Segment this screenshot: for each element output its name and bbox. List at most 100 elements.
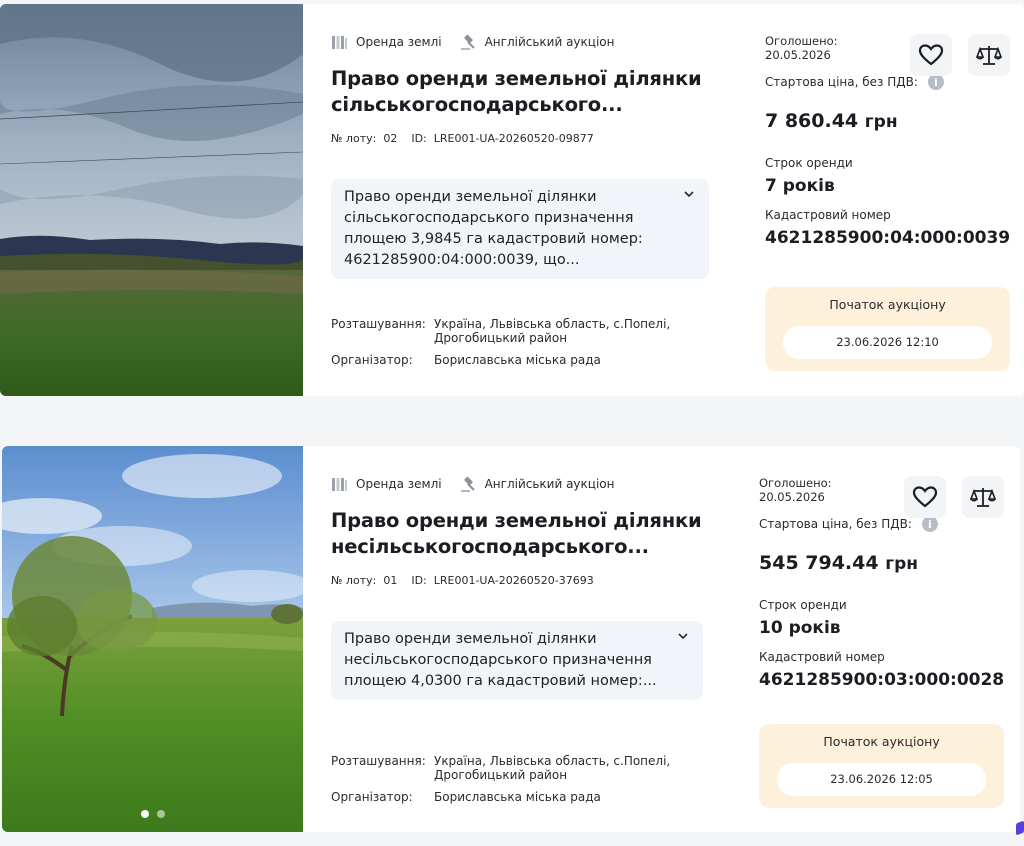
scales-icon <box>970 488 997 507</box>
organizer-row: Організатор: Бориславська міська рада <box>331 790 670 804</box>
currency: грн <box>864 112 898 132</box>
heart-icon <box>913 486 938 508</box>
lot-title-line-1[interactable]: Право оренди земельної ділянки <box>331 66 709 92</box>
location-label: Розташування: <box>331 754 426 768</box>
lot-summary: Оголошено: 20.05.2026 Стартова ціна, без… <box>737 4 1024 396</box>
auction-type-tag: Англійський аукціон <box>460 34 615 51</box>
location-line-1: Україна, Львівська область, с.Попелі, <box>434 754 671 768</box>
gavel-icon <box>460 476 477 493</box>
carousel-dots <box>2 810 303 818</box>
organizer-label: Організатор: <box>331 790 413 804</box>
lot-number-label: № лоту: <box>331 132 377 145</box>
cadastral-value: 4621285900:03:000:0028 <box>759 670 1005 690</box>
term-value: 7 років <box>765 176 835 196</box>
lot-info: Оренда землі Англійський аукціон Право о… <box>303 446 731 832</box>
category-tag: Оренда землі <box>331 34 442 51</box>
lot-title-line-2[interactable]: сільськогосподарського... <box>331 92 709 118</box>
lot-title-line-2[interactable]: несільськогосподарського... <box>331 534 703 560</box>
info-icon[interactable]: i <box>921 516 938 532</box>
info-icon[interactable]: i <box>927 74 944 90</box>
lot-actions <box>910 34 1011 76</box>
chevron-down-icon[interactable] <box>683 188 695 200</box>
organizer-label: Організатор: <box>331 353 413 367</box>
carousel-dot-active[interactable] <box>140 810 149 818</box>
category-label: Оренда землі <box>356 477 442 491</box>
start-price: 7 860.44 грн <box>765 110 1010 132</box>
land-parcel-icon <box>331 476 348 493</box>
lot-meta: № лоту: 02 ID: LRE001-UA-20260520-09877 <box>331 132 709 145</box>
lot-photo[interactable] <box>2 446 303 832</box>
start-price-label-row: Стартова ціна, без ПДВ: i <box>765 74 1010 90</box>
location-label: Розташування: <box>331 317 426 331</box>
land-parcel-icon <box>331 34 348 51</box>
term-value: 10 років <box>759 618 841 638</box>
landscape-photo <box>2 446 303 832</box>
auction-type-label: Англійський аукціон <box>484 477 615 491</box>
favorite-button[interactable] <box>910 34 953 76</box>
cadastral-label: Кадастровий номер <box>759 650 885 664</box>
heart-icon <box>919 44 944 66</box>
organizer-row: Організатор: Бориславська міська рада <box>331 353 670 367</box>
start-price: 545 794.44 грн <box>759 552 1004 574</box>
term-label: Строк оренди <box>759 598 847 612</box>
lot-details: Розташування: Україна, Львівська область… <box>331 754 670 812</box>
auction-start-date: 23.06.2026 12:05 <box>777 763 987 796</box>
cadastral-label: Кадастровий номер <box>765 208 891 222</box>
lot-summary: Оголошено: 20.05.2026 Стартова ціна, без… <box>731 446 1024 832</box>
auction-type-label: Англійський аукціон <box>484 35 615 49</box>
lot-description-text: Право оренди земельної ділянки сільськог… <box>344 189 643 268</box>
location-value: Україна, Львівська область, с.Попелі, Дро… <box>434 754 670 782</box>
lot-number: № лоту: 01 <box>331 574 397 587</box>
lot-number-label: № лоту: <box>331 574 377 587</box>
lot-title[interactable]: Право оренди земельної ділянки несільськ… <box>331 508 703 560</box>
organizer-value: Бориславська міська рада <box>434 353 601 367</box>
category-tag: Оренда землі <box>331 476 442 493</box>
lot-id: ID: LRE001-UA-20260520-09877 <box>411 132 593 145</box>
lot-details: Розташування: Україна, Львівська область… <box>331 317 670 375</box>
cadastral-value: 4621285900:04:000:0039 <box>765 228 1011 248</box>
scales-icon <box>976 46 1003 65</box>
term-label: Строк оренди <box>765 156 853 170</box>
auction-start-label: Початок аукціону <box>823 734 940 749</box>
start-price-value: 7 860.44 <box>765 110 859 132</box>
lot-photo[interactable] <box>0 4 303 396</box>
auction-type-tag: Англійський аукціон <box>460 476 615 493</box>
location-line-2: Дрогобицький район <box>434 331 568 345</box>
favorite-button[interactable] <box>904 476 947 518</box>
lot-title-line-1[interactable]: Право оренди земельної ділянки <box>331 508 703 534</box>
gavel-icon <box>460 34 477 51</box>
lot-meta: № лоту: 01 ID: LRE001-UA-20260520-37693 <box>331 574 703 587</box>
lot-description-text: Право оренди земельної ділянки несільськ… <box>344 631 657 689</box>
auction-start-label: Початок аукціону <box>829 297 946 312</box>
start-price-label: Стартова ціна, без ПДВ: <box>759 517 912 531</box>
lot-card[interactable]: Оренда землі Англійський аукціон Право о… <box>0 4 1024 396</box>
scroll-indicator <box>1016 820 1024 836</box>
compare-button[interactable] <box>962 476 1005 518</box>
compare-button[interactable] <box>968 34 1011 76</box>
location-row: Розташування: Україна, Львівська область… <box>331 317 670 345</box>
currency: грн <box>885 554 919 574</box>
start-price-label-row: Стартова ціна, без ПДВ: i <box>759 516 1004 532</box>
organizer-value: Бориславська міська рада <box>434 790 601 804</box>
lot-card[interactable]: Оренда землі Англійський аукціон Право о… <box>2 446 1020 832</box>
chevron-down-icon[interactable] <box>677 630 689 642</box>
category-label: Оренда землі <box>356 35 442 49</box>
location-value: Україна, Львівська область, с.Попелі, Дро… <box>434 317 670 345</box>
lot-id: ID: LRE001-UA-20260520-37693 <box>411 574 593 587</box>
start-price-value: 545 794.44 <box>759 552 879 574</box>
location-line-1: Україна, Львівська область, с.Попелі, <box>434 317 671 331</box>
lot-id-value: LRE001-UA-20260520-09877 <box>433 132 594 145</box>
carousel-dot[interactable] <box>156 810 165 818</box>
lot-tags: Оренда землі Англійський аукціон <box>331 474 703 494</box>
landscape-photo <box>0 4 303 396</box>
lot-description[interactable]: Право оренди земельної ділянки несільськ… <box>331 621 703 700</box>
auction-start-box: Початок аукціону 23.06.2026 12:10 <box>765 287 1011 371</box>
lot-title[interactable]: Право оренди земельної ділянки сільськог… <box>331 66 709 118</box>
lot-description[interactable]: Право оренди земельної ділянки сільськог… <box>331 179 709 279</box>
lot-id-label: ID: <box>411 574 427 587</box>
lot-number-value: 02 <box>383 132 398 145</box>
auction-start-date: 23.06.2026 12:10 <box>783 326 993 359</box>
lot-id-value: LRE001-UA-20260520-37693 <box>433 574 594 587</box>
lot-tags: Оренда землі Англійський аукціон <box>331 32 709 52</box>
lot-number-value: 01 <box>383 574 398 587</box>
